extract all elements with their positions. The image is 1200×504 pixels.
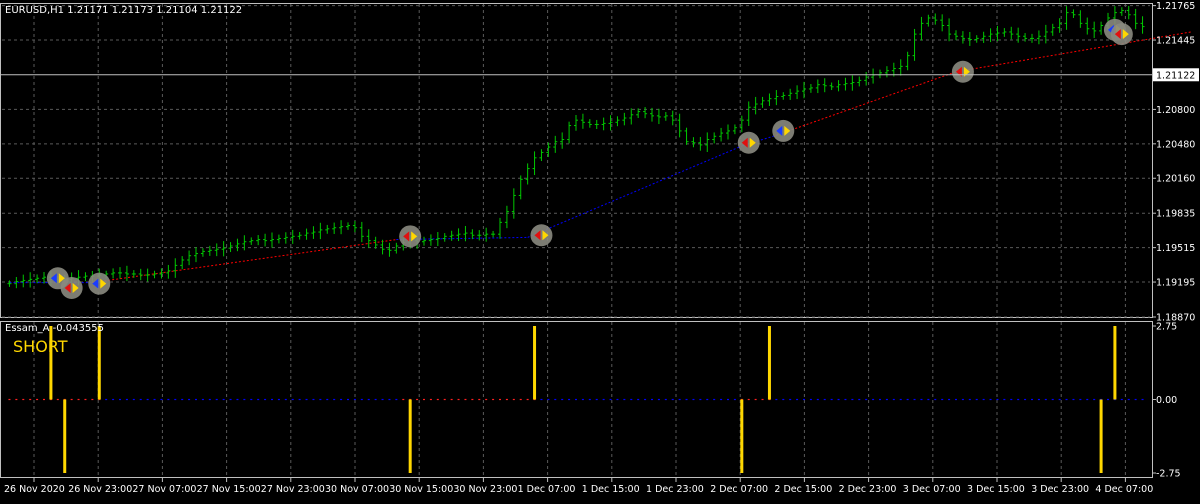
marker-halo <box>951 60 974 83</box>
indicator-title: Essam_A -0.043555 <box>5 323 104 334</box>
time-tick-label: 2 Dec 15:00 <box>774 484 832 495</box>
price-tick-label: 1.19515 <box>1156 243 1195 254</box>
price-tick-label: 1.20160 <box>1156 174 1195 185</box>
time-tick-label: 3 Dec 15:00 <box>967 484 1025 495</box>
marker-halo <box>772 119 795 142</box>
time-tick-label: 3 Dec 07:00 <box>903 484 961 495</box>
indicator-axis: 2.75 0.00 -2.75 <box>1152 322 1181 479</box>
price-tick-label: 1.20480 <box>1156 139 1195 150</box>
price-tick-label: 1.19835 <box>1156 209 1195 220</box>
time-tick-label: 2 Dec 07:00 <box>710 484 768 495</box>
indicator-tick-label: 2.75 <box>1156 322 1177 333</box>
time-tick-label: 1 Dec 07:00 <box>518 484 576 495</box>
trade-marker-sell <box>951 60 974 83</box>
chart-canvas[interactable]: 1.21765 1.21445 1.21122 1.20800 1.20480 1.201… <box>0 0 1200 500</box>
trade-marker-sell <box>1110 23 1133 46</box>
marker-halo <box>1110 23 1133 46</box>
marker-halo <box>399 225 422 248</box>
marker-halo <box>88 272 111 295</box>
time-tick-label: 4 Dec 07:00 <box>1095 484 1153 495</box>
price-tick-label: 1.21765 <box>1156 1 1195 12</box>
time-tick-label: 30 Nov 07:00 <box>325 484 389 495</box>
trade-marker-sell <box>737 131 760 154</box>
time-tick-label: 27 Nov 23:00 <box>261 484 325 495</box>
time-tick-label: 26 Nov 2020 <box>4 484 65 495</box>
price-axis: 1.21765 1.21445 1.21122 1.20800 1.20480 1.201… <box>1152 1 1195 324</box>
time-tick-label: 27 Nov 15:00 <box>197 484 261 495</box>
chart-terminal[interactable]: 1.21765 1.21445 1.21122 1.20800 1.20480 1.201… <box>0 0 1200 500</box>
marker-halo <box>530 224 553 247</box>
time-tick-label: 1 Dec 15:00 <box>582 484 640 495</box>
indicator-tick-label: 0.00 <box>1156 395 1177 406</box>
chart-title: EURUSD,H1 1.21171 1.21173 1.21104 1.2112… <box>5 5 242 16</box>
price-tick-label: 1.21445 <box>1156 36 1195 47</box>
time-axis: 26 Nov 2020 26 Nov 23:00 27 Nov 07:00 27 No… <box>4 478 1153 495</box>
time-tick-label: 26 Nov 23:00 <box>68 484 132 495</box>
time-tick-label: 1 Dec 23:00 <box>646 484 704 495</box>
time-tick-label: 30 Nov 15:00 <box>389 484 453 495</box>
time-tick-label: 3 Dec 23:00 <box>1031 484 1089 495</box>
time-tick-label: 30 Nov 23:00 <box>453 484 517 495</box>
trade-marker-sell <box>530 224 553 247</box>
price-tick-label: 1.20800 <box>1156 105 1195 116</box>
time-tick-label: 2 Dec 23:00 <box>839 484 897 495</box>
marker-halo <box>60 276 83 299</box>
marker-halo <box>737 131 760 154</box>
signal-text: SHORT <box>13 337 68 356</box>
time-tick-label: 27 Nov 07:00 <box>132 484 196 495</box>
trade-marker-sell <box>399 225 422 248</box>
trade-marker-sell <box>60 276 83 299</box>
trade-marker-buy <box>88 272 111 295</box>
indicator-tick-label: -2.75 <box>1156 468 1181 479</box>
current-price-label: 1.21122 <box>1156 70 1195 81</box>
price-tick-label: 1.19195 <box>1156 278 1195 289</box>
trade-marker-buy <box>772 119 795 142</box>
